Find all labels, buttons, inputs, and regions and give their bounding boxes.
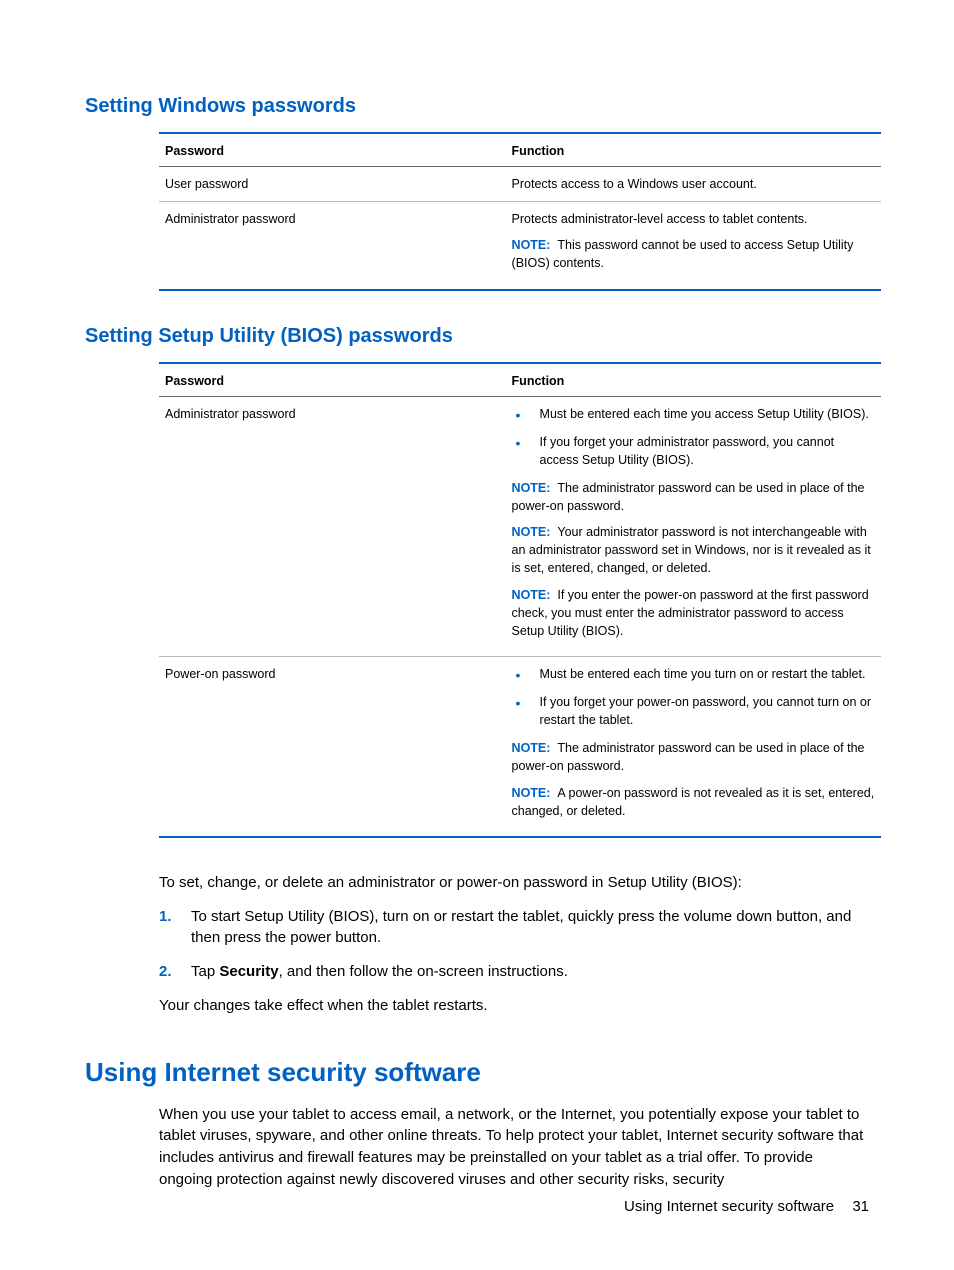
note-label: NOTE: bbox=[512, 525, 551, 539]
after-text: Your changes take effect when the tablet… bbox=[159, 995, 869, 1017]
heading-bios-passwords: Setting Setup Utility (BIOS) passwords bbox=[85, 325, 869, 348]
note-label: NOTE: bbox=[512, 588, 551, 602]
heading-windows-passwords: Setting Windows passwords bbox=[85, 95, 869, 118]
table-windows-passwords: Password Function User password Protects… bbox=[159, 132, 881, 291]
footer: Using Internet security software 31 bbox=[624, 1198, 869, 1215]
th-password: Password bbox=[159, 363, 506, 397]
cell-function: Protects access to a Windows user accoun… bbox=[506, 167, 881, 202]
cell-password: Administrator password bbox=[159, 396, 506, 656]
steps-list: 1. To start Setup Utility (BIOS), turn o… bbox=[159, 906, 869, 983]
step-text: Tap Security, and then follow the on-scr… bbox=[191, 963, 568, 980]
note-label: NOTE: bbox=[512, 481, 551, 495]
step-text: To start Setup Utility (BIOS), turn on o… bbox=[191, 908, 851, 947]
cell-password: User password bbox=[159, 167, 506, 202]
cell-password: Administrator password bbox=[159, 202, 506, 290]
cell-password: Power-on password bbox=[159, 656, 506, 836]
bullet-item: If you forget your power-on password, yo… bbox=[512, 693, 875, 729]
note-text: The administrator password can be used i… bbox=[512, 741, 865, 773]
table-row: Power-on password Must be entered each t… bbox=[159, 656, 881, 836]
page: Setting Windows passwords Password Funct… bbox=[0, 0, 954, 1270]
note: NOTE: The administrator password can be … bbox=[512, 479, 875, 515]
note-text: Your administrator password is not inter… bbox=[512, 525, 871, 575]
table-bios-passwords: Password Function Administrator password… bbox=[159, 362, 881, 838]
heading-internet-security: Using Internet security software bbox=[85, 1057, 869, 1088]
note-label: NOTE: bbox=[512, 741, 551, 755]
page-number: 31 bbox=[852, 1198, 869, 1215]
table-row: Administrator password Protects administ… bbox=[159, 202, 881, 290]
note: NOTE: The administrator password can be … bbox=[512, 739, 875, 775]
cell-function: Must be entered each time you access Set… bbox=[506, 396, 881, 656]
note: NOTE: If you enter the power-on password… bbox=[512, 586, 875, 640]
cell-function: Must be entered each time you turn on or… bbox=[506, 656, 881, 836]
step-number: 1. bbox=[159, 906, 172, 928]
note-text: A power-on password is not revealed as i… bbox=[512, 786, 875, 818]
bullet-item: Must be entered each time you access Set… bbox=[512, 405, 875, 423]
note: NOTE: A power-on password is not reveale… bbox=[512, 784, 875, 820]
note-text: This password cannot be used to access S… bbox=[512, 238, 854, 270]
th-function: Function bbox=[506, 133, 881, 167]
step-item: 1. To start Setup Utility (BIOS), turn o… bbox=[159, 906, 869, 950]
footer-text: Using Internet security software bbox=[624, 1198, 834, 1215]
table-row: User password Protects access to a Windo… bbox=[159, 167, 881, 202]
note-text: The administrator password can be used i… bbox=[512, 481, 865, 513]
intro-text: To set, change, or delete an administrat… bbox=[159, 872, 869, 894]
cell-text: Protects administrator-level access to t… bbox=[512, 210, 875, 228]
note-text: If you enter the power-on password at th… bbox=[512, 588, 869, 638]
table-row: Administrator password Must be entered e… bbox=[159, 396, 881, 656]
note-label: NOTE: bbox=[512, 238, 551, 252]
cell-function: Protects administrator-level access to t… bbox=[506, 202, 881, 290]
bullet-list: Must be entered each time you turn on or… bbox=[512, 665, 875, 729]
step-item: 2. Tap Security, and then follow the on-… bbox=[159, 961, 869, 983]
note: NOTE: This password cannot be used to ac… bbox=[512, 236, 875, 272]
step-number: 2. bbox=[159, 961, 172, 983]
bullet-item: Must be entered each time you turn on or… bbox=[512, 665, 875, 683]
note-label: NOTE: bbox=[512, 786, 551, 800]
bullet-list: Must be entered each time you access Set… bbox=[512, 405, 875, 469]
note: NOTE: Your administrator password is not… bbox=[512, 523, 875, 577]
th-password: Password bbox=[159, 133, 506, 167]
bullet-item: If you forget your administrator passwor… bbox=[512, 433, 875, 469]
section3-p1: When you use your tablet to access email… bbox=[159, 1104, 869, 1191]
th-function: Function bbox=[506, 363, 881, 397]
